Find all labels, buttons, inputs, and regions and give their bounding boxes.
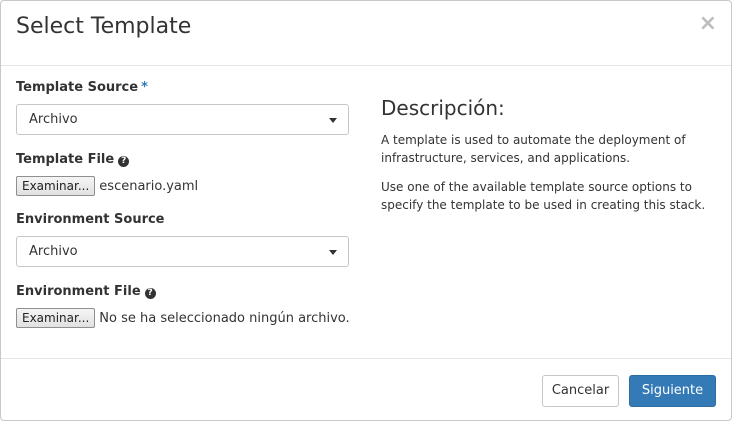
environment-file-name: No se ha seleccionado ningún archivo. xyxy=(99,310,350,326)
dialog-title: Select Template xyxy=(16,14,192,39)
template-file-label: Template File? xyxy=(16,152,130,167)
dialog-header: Select Template × xyxy=(1,1,731,66)
environment-file-label-text: Environment File xyxy=(16,284,141,299)
template-source-select[interactable]: Archivo xyxy=(16,104,349,135)
environment-file-browse-button[interactable]: Examinar... xyxy=(16,308,96,328)
help-icon[interactable]: ? xyxy=(144,288,156,299)
required-marker: * xyxy=(141,80,148,95)
description-paragraph: Use one of the available template source… xyxy=(381,180,706,212)
help-icon[interactable]: ? xyxy=(118,156,130,167)
template-source-value: Archivo xyxy=(29,112,78,127)
environment-source-select[interactable]: Archivo xyxy=(16,236,349,267)
cancel-button[interactable]: Cancelar xyxy=(542,375,619,407)
environment-file-row: Examinar... No se ha seleccionado ningún … xyxy=(16,308,350,328)
next-button[interactable]: Siguiente xyxy=(629,375,716,407)
environment-source-label: Environment Source xyxy=(16,212,165,227)
template-file-row: Examinar... escenario.yaml xyxy=(16,176,198,196)
template-source-label: Template Source * xyxy=(16,80,148,95)
environment-source-value: Archivo xyxy=(29,244,78,259)
template-source-label-text: Template Source xyxy=(16,80,139,95)
template-file-name: escenario.yaml xyxy=(99,178,199,194)
chevron-down-icon xyxy=(329,250,337,255)
template-file-browse-button[interactable]: Examinar... xyxy=(16,176,96,196)
environment-file-label: Environment File? xyxy=(16,284,156,299)
select-template-dialog: Select Template × Template Source * Archi… xyxy=(0,0,732,421)
dialog-footer: Cancelar Siguiente xyxy=(1,358,731,421)
description-title: Descripción: xyxy=(381,96,505,120)
description-paragraph: A template is used to automate the deplo… xyxy=(381,133,686,165)
template-file-label-text: Template File xyxy=(16,152,115,167)
close-icon[interactable]: × xyxy=(699,11,717,37)
chevron-down-icon xyxy=(329,118,337,123)
